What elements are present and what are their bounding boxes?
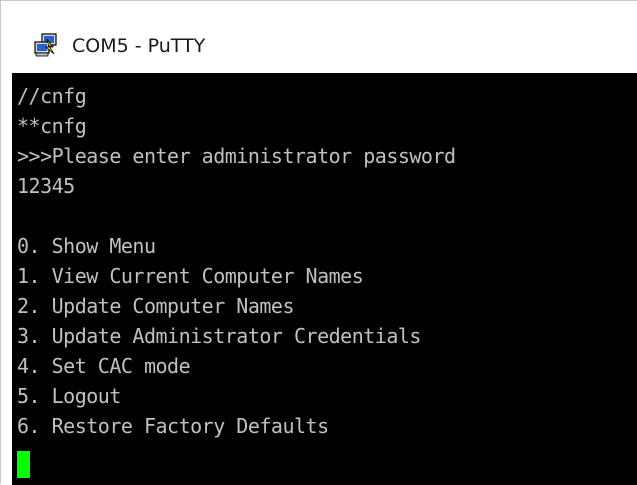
- terminal-line: >>>Please enter administrator password: [17, 144, 456, 168]
- window-title: COM5 - PuTTY: [72, 35, 206, 57]
- terminal-line: //cnfg: [17, 84, 87, 108]
- putty-icon[interactable]: [33, 33, 59, 59]
- menu-option-3: 3. Update Administrator Credentials: [17, 324, 421, 348]
- terminal-line: 12345: [17, 174, 75, 198]
- putty-window: COM5 - PuTTY //cnfg **cnfg >>>Please ent…: [0, 0, 637, 485]
- menu-option-5: 5. Logout: [17, 384, 121, 408]
- menu-option-6: 6. Restore Factory Defaults: [17, 414, 329, 438]
- terminal-screen[interactable]: //cnfg **cnfg >>>Please enter administra…: [12, 73, 637, 485]
- menu-option-2: 2. Update Computer Names: [17, 294, 294, 318]
- terminal-line: **cnfg: [17, 114, 87, 138]
- title-bar[interactable]: COM5 - PuTTY: [1, 1, 637, 73]
- menu-option-1: 1. View Current Computer Names: [17, 264, 364, 288]
- menu-option-4: 4. Set CAC mode: [17, 354, 191, 378]
- terminal-cursor[interactable]: [17, 451, 30, 478]
- menu-option-0: 0. Show Menu: [17, 234, 156, 258]
